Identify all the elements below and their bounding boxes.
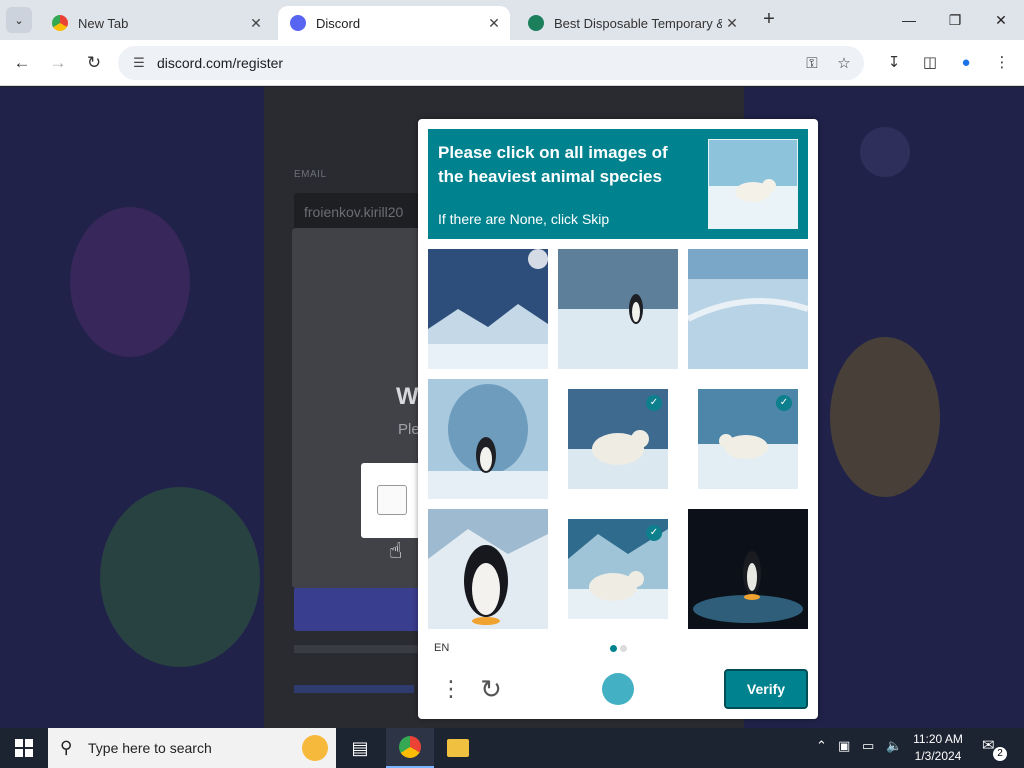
close-icon[interactable]: ✕ (484, 15, 504, 32)
captcha-tile-1[interactable] (428, 249, 548, 369)
check-icon: ✓ (776, 395, 792, 411)
background-illustration (860, 127, 910, 177)
search-placeholder: Type here to search (88, 740, 212, 756)
new-tab-button[interactable]: + (758, 8, 780, 30)
check-icon: ✓ (646, 525, 662, 541)
more-options-icon[interactable]: ⋮ (440, 675, 462, 703)
back-button[interactable]: ← (10, 51, 34, 75)
tab-title: New Tab (78, 15, 129, 31)
captcha-prompt: Please click on all images of the heavie… (428, 129, 808, 239)
network-icon[interactable]: ▣ (838, 738, 850, 754)
task-view-button[interactable]: ▤ (336, 728, 384, 768)
hcaptcha-logo-icon (602, 673, 634, 705)
address-bar[interactable]: ☰ discord.com/register ⚿ ☆ (118, 46, 864, 80)
tray-chevron-icon[interactable]: ⌃ (816, 738, 827, 754)
modal-subtitle: Ple (398, 421, 420, 438)
captcha-tile-9[interactable] (688, 509, 808, 629)
tab-tempmail[interactable]: Best Disposable Temporary & F ✕ (516, 6, 748, 40)
background-illustration (830, 337, 940, 497)
browser-toolbar: ← → ↻ ☰ discord.com/register ⚿ ☆ ↧ ◫ ● ⋮ (0, 40, 1024, 86)
key-icon[interactable]: ⚿ (802, 54, 822, 74)
captcha-tile-4[interactable] (428, 379, 548, 499)
discord-icon (290, 15, 306, 31)
verify-button[interactable]: Verify (724, 669, 808, 709)
page-dot (620, 645, 627, 652)
prompt-title: Please click on all images of the heavie… (438, 143, 668, 186)
prompt-subtitle: If there are None, click Skip (438, 211, 610, 227)
captcha-tile-2[interactable] (558, 249, 678, 369)
folder-icon (447, 739, 469, 757)
download-icon[interactable]: ↧ (883, 52, 905, 74)
check-icon: ✓ (646, 395, 662, 411)
windows-taskbar: ⚲ Type here to search ▤ ⌃ ▣ ▭ 🔈 11:20 AM… (0, 728, 1024, 768)
tab-title: Discord (316, 15, 361, 31)
search-icon: ⚲ (60, 738, 73, 757)
display-icon[interactable]: ▭ (862, 738, 874, 754)
tab-title: Best Disposable Temporary & F (554, 15, 722, 31)
hand-cursor-icon: ☝ (389, 538, 403, 563)
example-image (708, 139, 798, 229)
modal-title: W (396, 383, 419, 410)
background-illustration (70, 207, 190, 357)
language-selector[interactable]: EN (434, 642, 449, 654)
close-window-button[interactable]: ✕ (978, 6, 1024, 34)
captcha-tile-3[interactable] (688, 249, 808, 369)
captcha-tile-6[interactable]: ✓ (698, 389, 798, 489)
menu-icon[interactable]: ⋮ (991, 52, 1013, 74)
clock-time: 11:20 AM (913, 732, 963, 746)
forward-button[interactable]: → (46, 51, 70, 75)
background-illustration (100, 487, 260, 667)
captcha-tile-7[interactable] (428, 509, 548, 629)
captcha-tile-8[interactable]: ✓ (568, 519, 668, 619)
email-value: froienkov.kirill20 (304, 204, 404, 220)
tab-strip: ⌄ New Tab ✕ Discord ✕ Best Disposable Te… (0, 0, 1024, 40)
reload-button[interactable]: ↻ (82, 51, 106, 75)
email-label: EMAIL (294, 169, 327, 180)
profile-icon[interactable]: ● (955, 52, 977, 74)
tab-search-button[interactable]: ⌄ (6, 7, 32, 33)
page-dot-active (610, 645, 617, 652)
chevron-down-icon: ⌄ (14, 14, 24, 27)
tab-new-tab[interactable]: New Tab ✕ (40, 6, 272, 40)
side-panel-icon[interactable]: ◫ (919, 52, 941, 74)
close-icon[interactable]: ✕ (246, 15, 266, 32)
login-link[interactable] (294, 685, 414, 693)
chrome-icon (399, 736, 421, 758)
windows-icon (15, 739, 33, 757)
taskbar-search[interactable]: ⚲ Type here to search (48, 728, 336, 768)
hcaptcha-checkbox[interactable] (377, 485, 407, 515)
tab-discord[interactable]: Discord ✕ (278, 6, 510, 40)
taskbar-file-explorer[interactable] (434, 728, 482, 768)
start-button[interactable] (0, 728, 48, 768)
notification-count: 2 (993, 747, 1007, 761)
bookmark-star-icon[interactable]: ☆ (834, 54, 854, 74)
captcha-tile-5[interactable]: ✓ (568, 389, 668, 489)
site-info-icon[interactable]: ☰ (130, 54, 148, 72)
chrome-icon (52, 15, 68, 31)
captcha-challenge: Please click on all images of the heavie… (418, 119, 818, 719)
clock-date: 1/3/2024 (914, 749, 962, 763)
restore-button[interactable]: ❐ (932, 6, 978, 34)
weather-icon[interactable] (302, 735, 328, 761)
refresh-icon[interactable]: ↻ (476, 675, 506, 703)
minimize-button[interactable]: — (886, 6, 932, 34)
system-clock[interactable]: 11:20 AM 1/3/2024 (900, 731, 976, 765)
tempmail-icon (528, 15, 544, 31)
close-icon[interactable]: ✕ (722, 15, 742, 32)
taskbar-chrome[interactable] (386, 728, 434, 768)
url-text: discord.com/register (157, 55, 284, 71)
